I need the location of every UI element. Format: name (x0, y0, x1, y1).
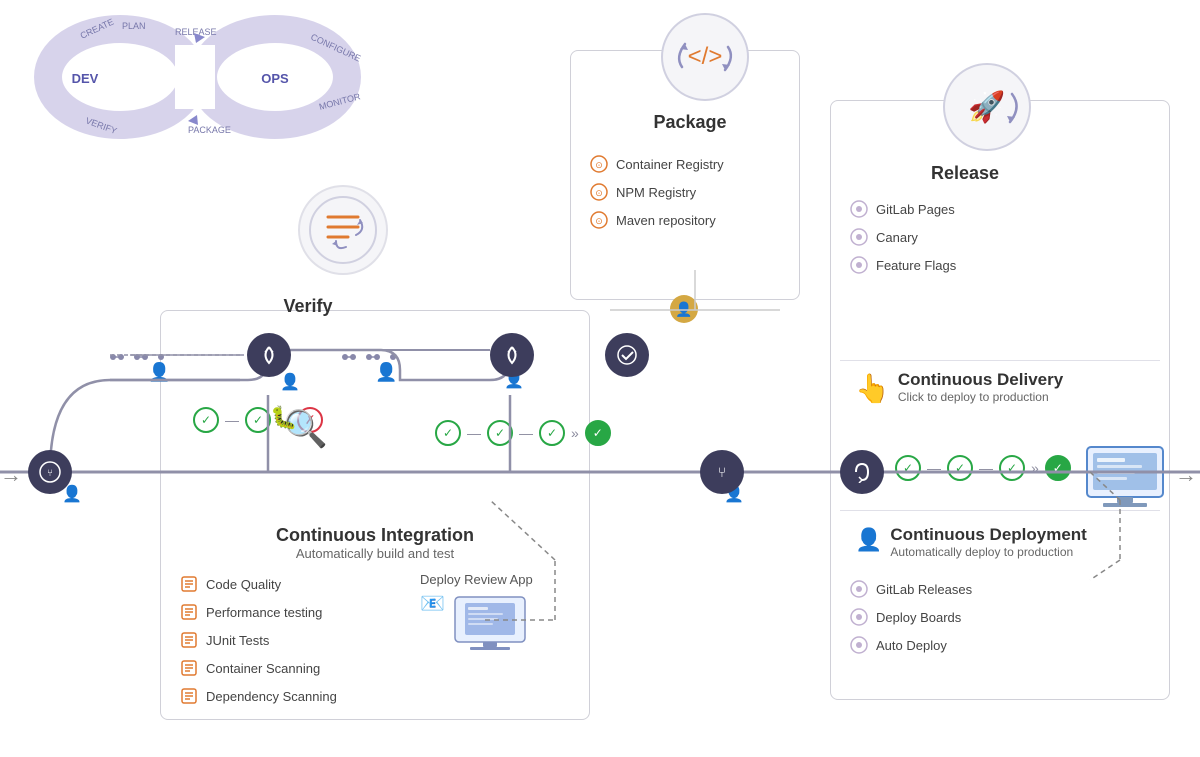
ci-features: Code Quality Performance testing JUnit T… (180, 570, 337, 710)
check-r1: ✓ (895, 455, 921, 481)
diagram-container: DEV OPS CREATE PLAN RELEASE CONFIGURE MO… (0, 0, 1200, 757)
check-3: ✓ (435, 420, 461, 446)
svg-text:⊙: ⊙ (595, 160, 603, 170)
cd-hand-icon: 👆 (855, 372, 890, 405)
feature-junit-tests: JUnit Tests (180, 626, 337, 654)
release-section-icon: 🚀 (942, 62, 1032, 152)
check-node (605, 333, 649, 377)
package-features: ⊙ Container Registry ⊙ NPM Registry ⊙ Ma… (590, 150, 724, 234)
package-label: Package (615, 112, 765, 133)
verify-label: Verify (243, 296, 373, 317)
check-r2: ✓ (947, 455, 973, 481)
avatar-2: 👤 (280, 372, 300, 392)
svg-text:DEV: DEV (72, 71, 99, 86)
package-avatar: 👤 (670, 295, 698, 323)
cdeploy-subtitle: Automatically deploy to production (890, 545, 1086, 559)
feature-deploy-boards: Deploy Boards (850, 603, 972, 631)
feature-code-quality: Code Quality (180, 570, 337, 598)
production-monitor (1085, 445, 1165, 520)
release-loop-node (840, 450, 884, 494)
feature-gitlab-releases: GitLab Releases (850, 575, 972, 603)
feature-canary: Canary (850, 223, 956, 251)
release-bottom-features: GitLab Releases Deploy Boards Auto Deplo… (850, 575, 972, 659)
avatar-1: 👤 (148, 362, 170, 383)
release-divider-2 (840, 510, 1160, 511)
svg-text:PACKAGE: PACKAGE (188, 125, 231, 135)
cd-deploy-icon: 👤 (855, 527, 882, 553)
git-start-node: ⑂ (28, 450, 72, 494)
package-section-icon: </> (660, 12, 750, 102)
check-row-release: ✓ — ✓ — ✓ » ✓ (895, 455, 1071, 481)
feature-container-registry: ⊙ Container Registry (590, 150, 724, 178)
feature-maven: ⊙ Maven repository (590, 206, 724, 234)
svg-text:⊙: ⊙ (595, 216, 603, 226)
svg-text:OPS: OPS (261, 71, 289, 86)
ci-sync-node-1 (247, 333, 291, 377)
cdeploy-title: Continuous Deployment (890, 525, 1086, 545)
svg-text:MONITOR: MONITOR (318, 91, 362, 112)
check-2: ✓ (245, 407, 271, 433)
feature-dependency-scanning: Dependency Scanning (180, 682, 337, 710)
check-row-right: ✓ — ✓ — ✓ » ✓ (435, 420, 611, 446)
check-final-left: ✓ (585, 420, 611, 446)
release-top-features: GitLab Pages Canary Feature Flags (850, 195, 956, 279)
release-label: Release (875, 163, 1055, 184)
svg-text:⊙: ⊙ (595, 188, 603, 198)
ci-sync-node-2 (490, 333, 534, 377)
ci-title-area: Continuous Integration Automatically bui… (160, 525, 590, 561)
svg-text:</>: </> (688, 43, 723, 70)
svg-text:⑂: ⑂ (718, 464, 726, 480)
continuous-deployment-section: 👤 Continuous Deployment Automatically de… (855, 525, 1087, 559)
svg-text:VERIFY: VERIFY (84, 115, 118, 136)
ci-subtitle: Automatically build and test (160, 546, 590, 561)
bug-icon: 🐛 (270, 405, 297, 431)
deploy-review-monitor (450, 595, 530, 665)
svg-text:RELEASE: RELEASE (175, 27, 217, 37)
feature-gitlab-pages: GitLab Pages (850, 195, 956, 223)
check-r-final: ✓ (1045, 455, 1071, 481)
feature-feature-flags: Feature Flags (850, 251, 956, 279)
verify-section-icon (298, 185, 388, 275)
ci-title: Continuous Integration (160, 525, 590, 546)
check-r3: ✓ (999, 455, 1025, 481)
feature-auto-deploy: Auto Deploy (850, 631, 972, 659)
cd-title: Continuous Delivery (898, 370, 1063, 390)
pipeline-start-arrow: → (0, 462, 22, 488)
svg-text:🚀: 🚀 (968, 89, 1005, 124)
avatar-3: 👤 (375, 362, 397, 383)
merge-node: ⑂ (700, 450, 744, 494)
svg-text:PLAN: PLAN (122, 21, 146, 31)
check-5: ✓ (539, 420, 565, 446)
continuous-delivery-section: 👆 Continuous Delivery Click to deploy to… (855, 370, 1063, 405)
feature-performance-testing: Performance testing (180, 598, 337, 626)
svg-text:⑂: ⑂ (47, 468, 53, 479)
cd-subtitle: Click to deploy to production (898, 390, 1063, 404)
check-4: ✓ (487, 420, 513, 446)
svg-text:CONFIGURE: CONFIGURE (309, 32, 362, 64)
svg-text:CREATE: CREATE (79, 17, 116, 41)
release-divider-1 (840, 360, 1160, 361)
feature-npm-registry: ⊙ NPM Registry (590, 178, 724, 206)
pipeline-end-arrow: → (1175, 462, 1197, 488)
feature-container-scanning: Container Scanning (180, 654, 337, 682)
check-1: ✓ (193, 407, 219, 433)
